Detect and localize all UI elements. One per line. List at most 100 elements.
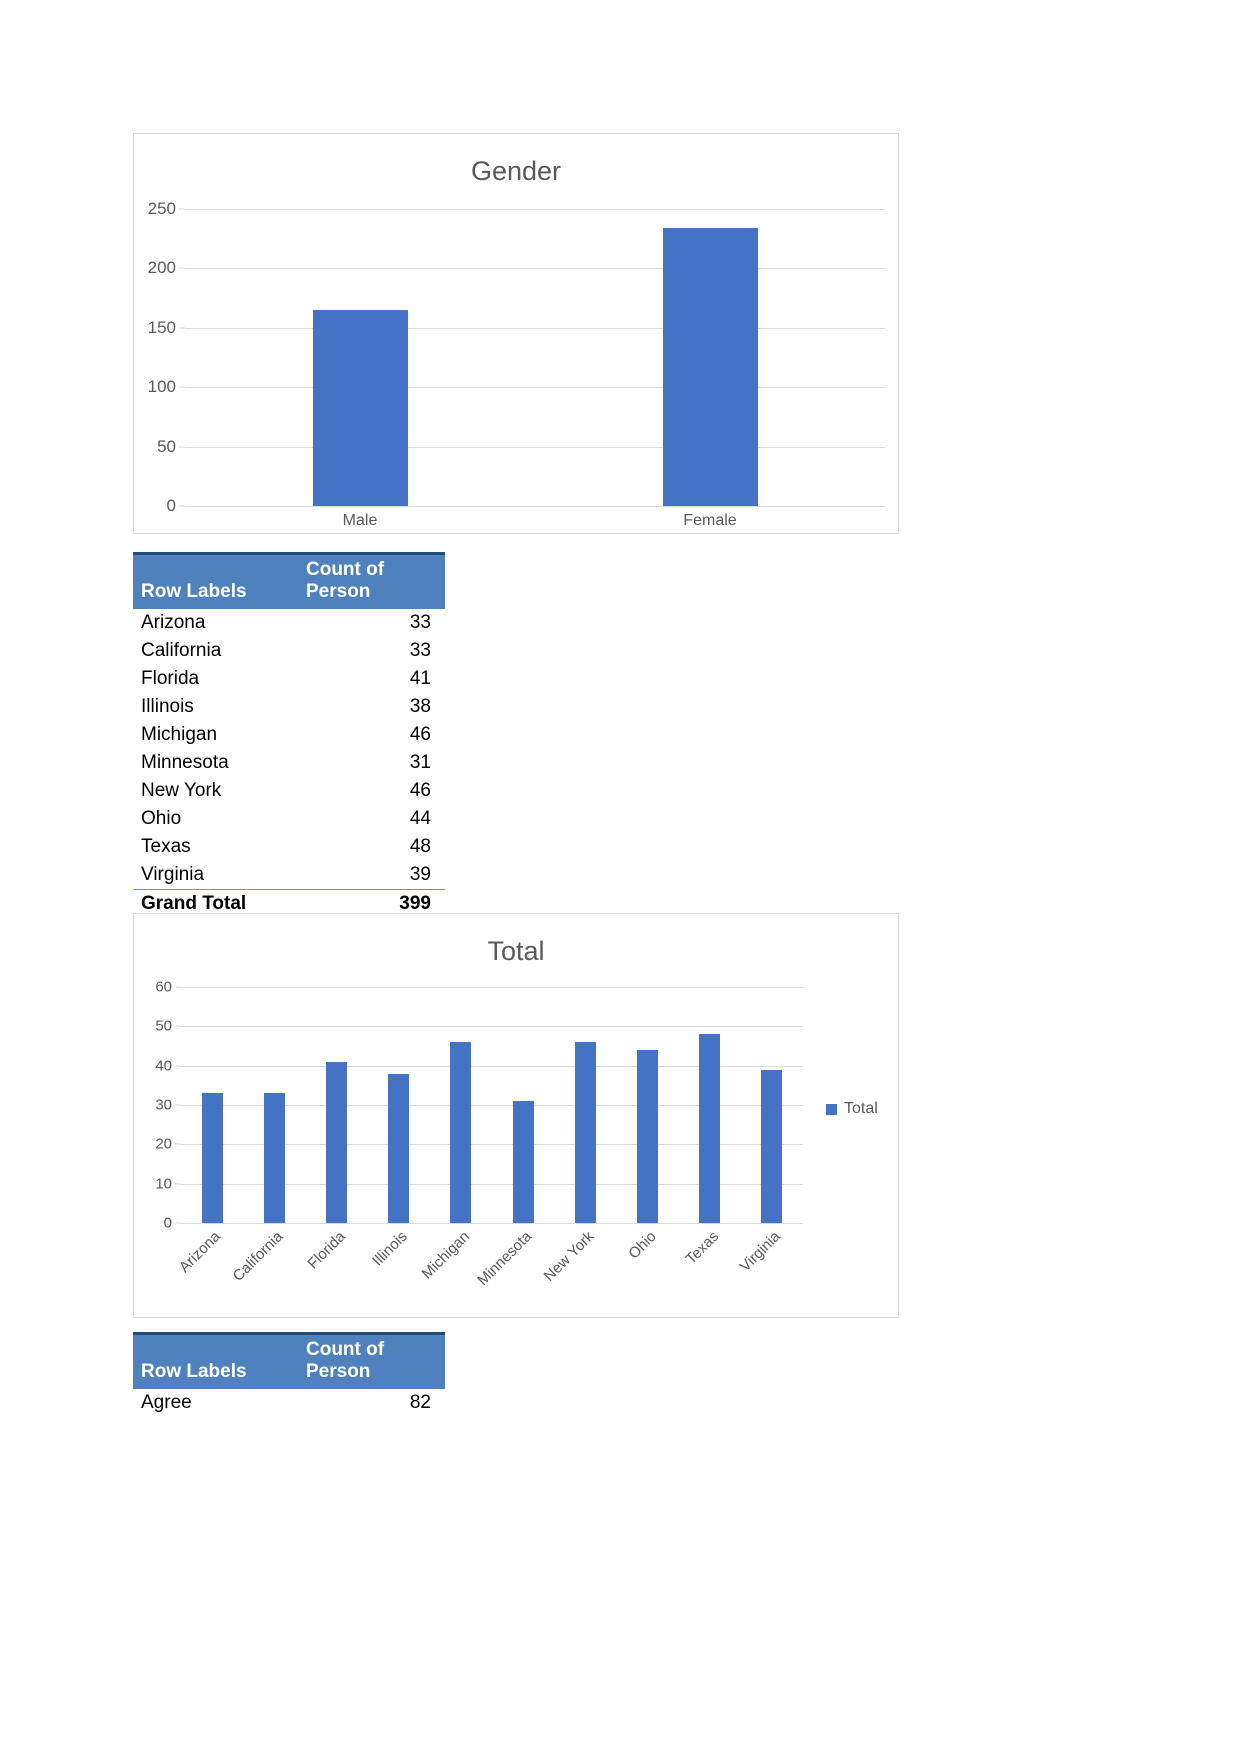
bar[interactable] — [388, 1073, 410, 1223]
row-label-cell: Agree — [133, 1389, 298, 1417]
y-axis-tick-label: 30 — [155, 1096, 172, 1114]
legend-entry-total: Total — [844, 1100, 878, 1117]
x-axis-tick-label: Female — [683, 512, 737, 529]
y-axis-tick-label: 250 — [147, 199, 176, 218]
total-chart-title: Total — [487, 936, 545, 966]
x-label-slot: Ohio — [616, 1228, 678, 1308]
count-value-cell: 46 — [298, 777, 445, 805]
gridline — [185, 506, 885, 507]
y-axis-tick-label: 50 — [157, 436, 176, 456]
count-value-cell: 39 — [298, 861, 445, 890]
bar-slot — [492, 987, 554, 1223]
total-chart-legend[interactable]: Total — [826, 1100, 878, 1118]
x-label-slot: Male — [185, 512, 535, 530]
bar[interactable] — [326, 1061, 347, 1223]
row-label-cell: Michigan — [133, 721, 298, 749]
bar-slot — [181, 987, 243, 1223]
row-label-cell: Texas — [133, 833, 298, 861]
row-label-cell: New York — [133, 777, 298, 805]
count-value-cell: 44 — [298, 805, 445, 833]
legend-swatch-icon — [826, 1103, 837, 1115]
table-row[interactable]: California 33 — [133, 637, 445, 665]
x-label-slot: New York — [541, 1228, 616, 1308]
bar-slot — [305, 987, 367, 1223]
state-table-col-count-of-person[interactable]: Count of Person — [298, 555, 445, 609]
y-axis-tick-label: 20 — [155, 1135, 172, 1153]
gender-x-axis-labels: Male Female — [185, 512, 885, 530]
table-row[interactable]: New York 46 — [133, 777, 445, 805]
row-label-cell: California — [133, 637, 298, 665]
state-table-body: Arizona 33 California 33 Florida 41 Illinois 38… — [133, 609, 445, 920]
bar-slot — [430, 987, 492, 1223]
x-axis-tick-label: Arizona — [176, 1228, 225, 1276]
bar[interactable] — [662, 228, 758, 506]
table-row[interactable]: Arizona 33 — [133, 609, 445, 637]
count-value-cell: 46 — [298, 721, 445, 749]
bar[interactable] — [699, 1034, 721, 1223]
bar-slot — [741, 987, 803, 1223]
total-chart-panel[interactable]: Total 0 10 20 30 40 50 60 Arizona California Flo… — [133, 913, 899, 1318]
total-x-axis-labels: Arizona California Florida Illinois Michigan… — [176, 1228, 803, 1308]
count-value-cell: 82 — [298, 1389, 445, 1417]
count-value-cell: 33 — [298, 637, 445, 665]
count-value-cell: 31 — [298, 749, 445, 777]
table-row[interactable]: Minnesota 31 — [133, 749, 445, 777]
bar[interactable] — [761, 1069, 783, 1223]
x-label-slot: Female — [535, 512, 885, 530]
agreement-table-col-count-of-person[interactable]: Count of Person — [298, 1335, 445, 1389]
bar[interactable] — [263, 1093, 285, 1223]
y-axis-tick-label: 100 — [147, 377, 176, 397]
bar[interactable] — [312, 309, 408, 506]
y-axis-tick-label: 10 — [155, 1175, 172, 1193]
bar[interactable] — [201, 1093, 223, 1223]
table-row[interactable]: Illinois 38 — [133, 693, 445, 721]
agreement-table-body: Agree 82 — [133, 1389, 445, 1417]
row-label-cell: Ohio — [133, 805, 298, 833]
x-label-slot: California — [229, 1228, 305, 1308]
x-label-slot: Virginia — [737, 1228, 803, 1308]
y-axis-tick-label: 50 — [155, 1017, 172, 1035]
total-bars — [181, 987, 803, 1223]
row-label-cell: Virginia — [133, 861, 298, 890]
gender-plot-area: 0 50 100 150 200 250 — [148, 199, 885, 515]
bar-slot — [368, 987, 430, 1223]
bar[interactable] — [512, 1101, 534, 1223]
bar-slot — [679, 987, 741, 1223]
y-axis-tick-label: 150 — [147, 317, 176, 337]
table-row[interactable]: Ohio 44 — [133, 805, 445, 833]
gender-chart-title: Gender — [470, 156, 562, 186]
count-value-cell: 41 — [298, 665, 445, 693]
agreement-table-col-row-labels[interactable]: Row Labels — [133, 1335, 298, 1389]
bar[interactable] — [574, 1042, 596, 1223]
bar-slot — [554, 987, 616, 1223]
count-value-cell: 33 — [298, 609, 445, 637]
bar[interactable] — [637, 1049, 659, 1223]
bar-slot — [616, 987, 678, 1223]
state-table-col-row-labels[interactable]: Row Labels — [133, 555, 298, 609]
x-axis-tick-label: Virginia — [736, 1228, 784, 1276]
table-row[interactable]: Michigan 46 — [133, 721, 445, 749]
row-label-cell: Minnesota — [133, 749, 298, 777]
x-axis-tick-label: Ohio — [625, 1228, 660, 1263]
table-row[interactable]: Virginia 39 — [133, 861, 445, 890]
x-label-slot: Texas — [679, 1228, 741, 1308]
state-pivot-table[interactable]: Row Labels Count of Person Arizona 33 Calif… — [133, 552, 445, 920]
gender-chart-panel[interactable]: Gender 0 50 100 150 200 250 Male Female — [133, 133, 899, 534]
table-row[interactable]: Florida 41 — [133, 665, 445, 693]
bar-slot — [243, 987, 305, 1223]
agreement-pivot-table[interactable]: Row Labels Count of Person Agree 82 — [133, 1332, 445, 1417]
x-axis-tick-label: Florida — [304, 1228, 349, 1273]
row-label-cell: Illinois — [133, 693, 298, 721]
x-axis-tick-label: Illinois — [369, 1228, 411, 1270]
table-row[interactable]: Agree 82 — [133, 1389, 445, 1417]
bar-slot — [535, 209, 885, 506]
y-axis-tick-label: 40 — [155, 1057, 172, 1075]
x-label-slot: Florida — [304, 1228, 367, 1308]
table-row[interactable]: Texas 48 — [133, 833, 445, 861]
count-value-cell: 38 — [298, 693, 445, 721]
y-axis-tick-label: 60 — [155, 978, 172, 996]
row-label-cell: Arizona — [133, 609, 298, 637]
x-axis-tick-label: Texas — [682, 1228, 722, 1268]
bar[interactable] — [450, 1042, 472, 1223]
total-plot-area: 0 10 20 30 40 50 60 — [155, 979, 803, 1232]
